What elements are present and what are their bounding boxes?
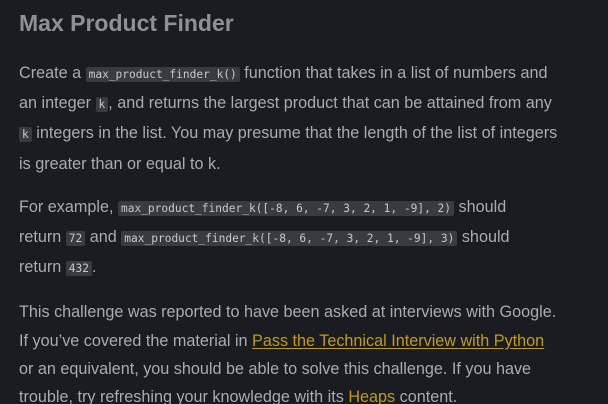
intro-text: Create a [19, 64, 86, 82]
note-text: trouble, try refreshing your knowledge w… [19, 388, 349, 404]
intro-paragraph: Create a max_product_finder_k() function… [19, 59, 600, 178]
note-paragraph: This challenge was reported to have been… [19, 298, 600, 404]
heaps-link[interactable]: Heaps [348, 388, 395, 404]
inline-code-function: max_product_finder_k() [85, 67, 240, 82]
example-text: . [92, 258, 97, 277]
inline-code-example-call-1: max_product_finder_k([-8, 6, -7, 3, 2, 1… [117, 200, 455, 216]
example-paragraph: For example, max_product_finder_k([-8, 6… [19, 193, 600, 284]
note-text: This challenge was reported to have been… [19, 303, 557, 322]
inline-code-example-call-2: max_product_finder_k([-8, 6, -7, 3, 2, 1… [121, 231, 458, 247]
inline-code-k: k [19, 127, 32, 143]
example-text: For example, [19, 197, 118, 216]
intro-text: function that takes in a list of numbers… [239, 64, 548, 82]
inline-code-result-2: 432 [65, 261, 93, 277]
example-text: and [85, 228, 122, 247]
example-text: return [19, 258, 66, 277]
intro-text: an integer [19, 94, 96, 113]
example-text: return [19, 228, 66, 247]
note-text: If you’ve covered the material in [19, 331, 253, 350]
intro-text: integers in the list. You may presume th… [31, 124, 558, 143]
example-text: should [454, 197, 507, 216]
course-link[interactable]: Pass the Technical Interview with Python [252, 332, 544, 350]
inline-code-result-1: 72 [65, 231, 86, 247]
intro-text: is greater than or equal to k. [19, 154, 221, 173]
page-title: Max Product Finder [19, 10, 234, 36]
intro-text: , and returns the largest product that c… [108, 94, 552, 113]
note-text: content. [395, 388, 458, 404]
challenge-page: Max Product Finder Create a max_product_… [0, 0, 608, 404]
note-text: or an equivalent, you should be able to … [19, 359, 532, 378]
example-text: should [457, 228, 510, 247]
inline-code-k: k [95, 97, 109, 113]
